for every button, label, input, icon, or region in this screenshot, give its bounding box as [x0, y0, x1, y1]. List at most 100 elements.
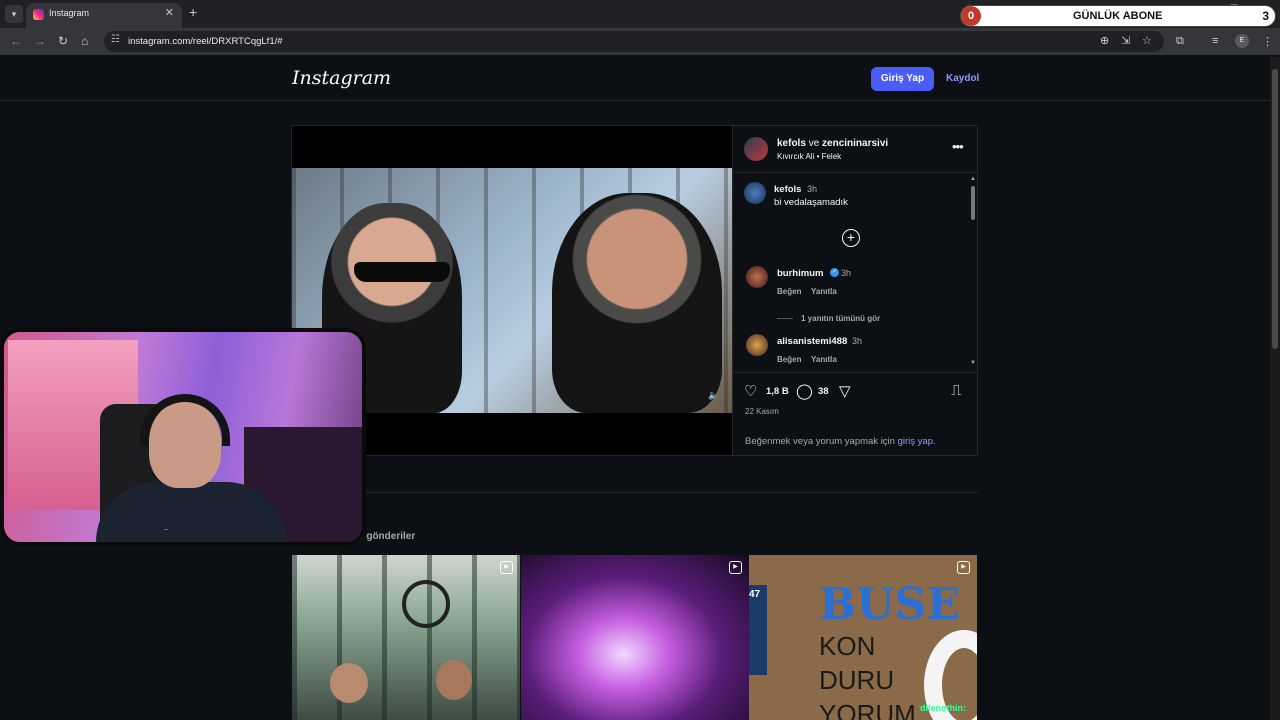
browser-tab[interactable]: Instagram ✕ — [26, 3, 182, 28]
reel-post: 🔈 kefols ve zencininarsivi Kıvırcık Ali … — [291, 125, 978, 456]
thumbnail-text: KON — [819, 631, 876, 661]
comment-count: 38 — [818, 386, 829, 397]
reel-icon: ▶ — [957, 561, 970, 574]
comments-section[interactable]: kefols 3h bi vedalaşamadık + burhimum ✓ … — [733, 174, 978, 372]
author-avatar[interactable] — [744, 137, 768, 161]
signup-link[interactable]: Kaydol — [946, 73, 979, 84]
shirt-logo: ~ — [164, 527, 169, 534]
more-post-thumbnail[interactable]: 47 BUSE KON DURU YORUM ▶ — [749, 555, 977, 720]
browser-menu-icon[interactable]: ⋮ — [1262, 35, 1273, 48]
tab-title: Instagram — [49, 8, 90, 18]
more-post-thumbnail[interactable]: ▶ — [521, 555, 749, 720]
sunglasses — [354, 262, 450, 282]
omnibox[interactable]: ☷ instagram.com/reel/DRXRTCqgLf1/# ⊕ ⇲ ☆ — [104, 31, 1164, 52]
scroll-down-arrow-icon[interactable]: ▼ — [970, 360, 976, 366]
comment-time: 3h — [852, 336, 863, 346]
back-arrow-icon[interactable]: ← — [10, 34, 22, 48]
comment-like-button[interactable]: Beğen — [777, 287, 801, 296]
verified-badge-icon: ✓ — [830, 268, 839, 277]
view-replies-link[interactable]: 1 yanıtın tümünü gör — [777, 314, 880, 323]
thumbnail-text: DURU — [819, 665, 895, 695]
load-more-comments-icon[interactable]: + — [842, 229, 860, 247]
webcam-streamer-body — [96, 482, 286, 542]
webcam-overlay: ~ — [0, 328, 366, 546]
caption-user[interactable]: kefols — [774, 184, 801, 195]
thumbnail-text: YORUM — [819, 699, 916, 720]
comment-item: alisanistemi488 3h Beğen Yanıtla — [733, 334, 969, 372]
install-app-icon[interactable]: ⇲ — [1121, 34, 1130, 47]
like-heart-icon[interactable]: ♡ — [744, 382, 757, 400]
post-date: 22 Kasım — [745, 407, 779, 416]
page-scrollbar[interactable] — [1270, 57, 1280, 720]
caption-avatar[interactable] — [744, 182, 766, 204]
collaborator-link[interactable]: zencininarsivi — [822, 138, 888, 149]
share-send-icon[interactable]: ▽ — [839, 382, 851, 400]
page-scrollbar-thumb[interactable] — [1272, 69, 1278, 349]
audio-toggle-icon[interactable]: 🔈 — [708, 390, 719, 401]
comment-user[interactable]: alisanistemi488 — [777, 336, 847, 347]
thumbnail-frame — [292, 555, 520, 720]
more-post-thumbnail[interactable]: ▶ — [292, 555, 520, 720]
profile-avatar[interactable]: E — [1235, 34, 1249, 48]
instagram-favicon-icon — [33, 9, 44, 20]
reel-icon: ▶ — [500, 561, 513, 574]
comment-reply-button[interactable]: Yanıtla — [811, 355, 837, 364]
comment-bubble-icon[interactable]: ◯ — [796, 382, 813, 400]
instagram-header: Instagram Giriş Yap Kaydol — [0, 57, 1270, 101]
zoom-icon[interactable]: ⊕ — [1100, 34, 1109, 47]
login-prompt-text: Beğenmek veya yorum yapmak için — [745, 436, 895, 447]
comment-item: burhimum ✓ 3h Beğen Yanıtla — [733, 266, 969, 306]
comments-scrollbar[interactable]: ▲ ▼ — [969, 174, 977, 372]
comment-like-button[interactable]: Beğen — [777, 355, 801, 364]
post-actions: ♡ 1,8 B ◯ 38 ▽ ⎍ 22 Kasım — [733, 372, 978, 422]
music-info[interactable]: Kıvırcık Ali • Felek — [777, 152, 841, 161]
caption-text: bi vedalaşamadık — [774, 197, 848, 208]
new-tab-button[interactable]: + — [189, 4, 197, 20]
login-prompt-link[interactable]: giriş yap — [898, 436, 933, 447]
author-names: kefols ve zencininarsivi — [777, 138, 888, 149]
save-bookmark-icon[interactable]: ⎍ — [951, 382, 962, 399]
stream-chat-overlay: dilenothin: — [920, 703, 966, 713]
caption-time: 3h — [807, 184, 818, 194]
reel-icon: ▶ — [729, 561, 742, 574]
home-icon[interactable]: ⌂ — [81, 34, 88, 48]
comment-reply-button[interactable]: Yanıtla — [811, 287, 837, 296]
extensions-icon[interactable]: ⧉ — [1176, 35, 1184, 48]
comment-user[interactable]: burhimum — [777, 268, 823, 279]
thumbnail-text: BUSE — [819, 579, 960, 630]
more-options-icon[interactable]: ••• — [952, 139, 964, 154]
url-text[interactable]: instagram.com/reel/DRXRTCqgLf1/# — [128, 36, 283, 47]
person-shape — [436, 660, 472, 700]
login-button[interactable]: Giriş Yap — [871, 67, 934, 91]
subscriber-count: 0 — [961, 6, 981, 26]
post-sidebar: kefols ve zencininarsivi Kıvırcık Ali • … — [732, 126, 978, 455]
media-controls-icon[interactable]: ≡ — [1212, 35, 1218, 47]
reload-icon[interactable]: ↻ — [58, 34, 68, 48]
close-tab-icon[interactable]: ✕ — [165, 6, 174, 19]
comment-avatar[interactable] — [746, 266, 768, 288]
instagram-logo[interactable]: Instagram — [292, 67, 391, 89]
address-toolbar: ← → ↻ ⌂ ☷ instagram.com/reel/DRXRTCqgLf1… — [0, 28, 1280, 55]
post-author-header: kefols ve zencininarsivi Kıvırcık Ali • … — [733, 126, 978, 173]
login-prompt: Beğenmek veya yorum yapmak için giriş ya… — [745, 436, 936, 447]
thumbnail-tag: 47 — [749, 585, 767, 675]
scroll-up-arrow-icon[interactable]: ▲ — [970, 176, 976, 182]
comment-time: 3h — [841, 268, 852, 278]
section-divider — [291, 492, 978, 493]
comment-avatar[interactable] — [746, 334, 768, 356]
subscriber-label: GÜNLÜK ABONE — [1073, 10, 1163, 22]
bookmark-star-icon[interactable]: ☆ — [1142, 34, 1152, 47]
login-prompt-suffix: . — [932, 436, 936, 447]
tab-search-button[interactable]: ▾ — [5, 5, 23, 23]
person-shape — [330, 663, 368, 703]
site-info-icon[interactable]: ☷ — [111, 34, 120, 45]
view-replies-text[interactable]: 1 yanıtın tümünü gör — [801, 314, 880, 323]
forward-arrow-icon[interactable]: → — [34, 34, 46, 48]
replies-line — [777, 318, 793, 320]
subscriber-goal: 3 — [1262, 9, 1269, 23]
and-text: ve — [808, 138, 820, 149]
like-count[interactable]: 1,8 B — [766, 386, 789, 397]
author-link[interactable]: kefols — [777, 138, 806, 149]
fan-shape — [402, 580, 450, 628]
comments-scrollbar-thumb[interactable] — [971, 186, 975, 220]
